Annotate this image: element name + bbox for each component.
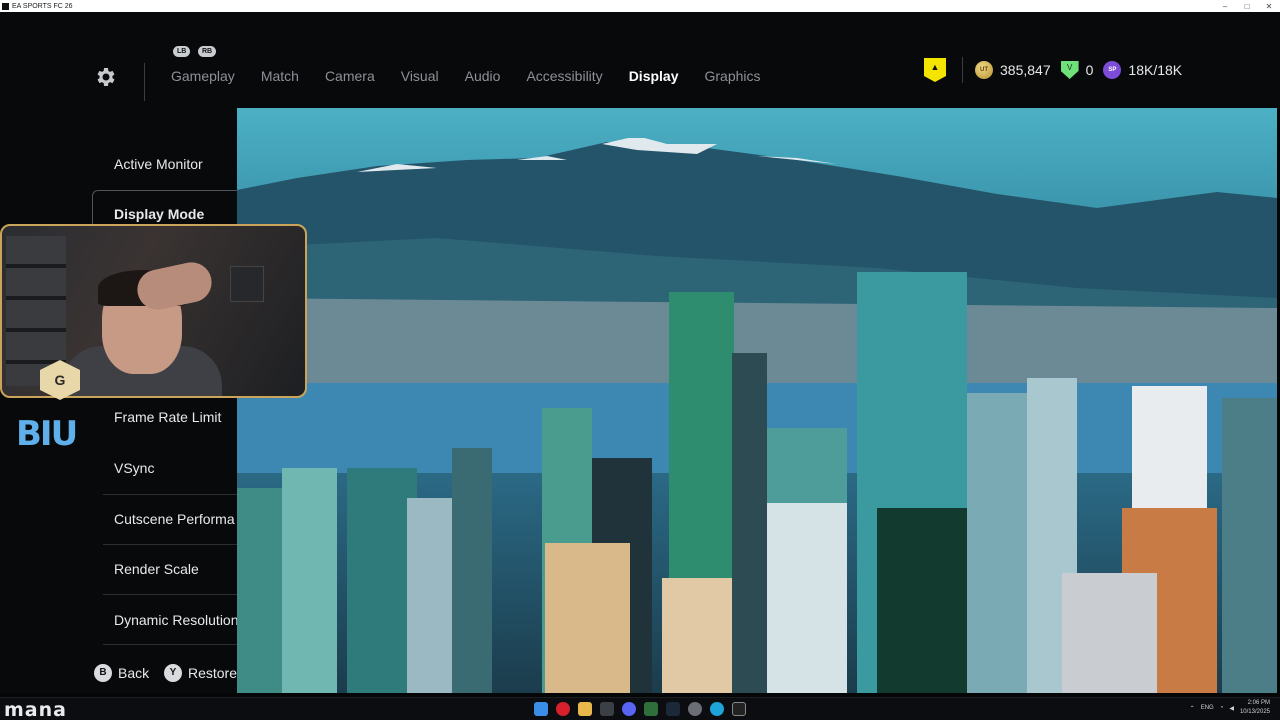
taskbar: mana ⌃ ENG ◔ ◀ 2:06 PM 10/13/2025 — [0, 697, 1280, 720]
back-hint[interactable]: B Back — [94, 664, 149, 682]
maximize-button[interactable]: □ — [1236, 2, 1258, 11]
setting-cutscene-performance[interactable]: Cutscene Performa — [114, 511, 237, 527]
tab-gameplay[interactable]: Gameplay — [171, 66, 235, 86]
webcam-person-arm — [133, 258, 216, 314]
tab-display[interactable]: Display — [629, 66, 679, 86]
row-divider — [103, 594, 237, 595]
tab-match[interactable]: Match — [261, 66, 299, 86]
taskbar-apps — [534, 702, 746, 716]
tab-visual[interactable]: Visual — [401, 66, 439, 86]
minimize-button[interactable]: – — [1214, 2, 1236, 11]
rb-bumper-icon[interactable]: RB — [198, 46, 217, 57]
setting-display-mode[interactable]: Display Mode — [114, 206, 237, 222]
volume-icon[interactable]: ◀ — [1229, 705, 1234, 712]
club-badge-icon: ▲ — [924, 58, 946, 82]
currency-bar: ▲ UT 385,847 V 0 SP 18K/18K — [924, 57, 1192, 83]
tab-accessibility[interactable]: Accessibility — [526, 66, 602, 86]
city-buildings — [237, 272, 1277, 693]
windows-start-icon[interactable] — [534, 702, 548, 716]
back-label: Back — [118, 665, 150, 681]
setting-vsync[interactable]: VSync — [114, 460, 237, 476]
app-icon — [2, 2, 9, 10]
row-divider — [103, 494, 237, 495]
restore-label: Restore — [187, 665, 237, 681]
tab-camera[interactable]: Camera — [325, 66, 375, 86]
system-tray: ⌃ ENG ◔ ◀ 2:06 PM 10/13/2025 — [1190, 699, 1270, 717]
row-divider — [103, 644, 237, 645]
clock-time: 2:06 PM — [1247, 700, 1270, 706]
window-title: EA SPORTS FC 26 — [12, 2, 73, 10]
setting-dynamic-resolution[interactable]: Dynamic Resolution — [114, 612, 237, 628]
ea-app-icon[interactable] — [732, 702, 746, 716]
language-indicator[interactable]: ENG — [1201, 705, 1214, 711]
discord-icon[interactable] — [622, 702, 636, 716]
setting-active-monitor[interactable]: Active Monitor — [114, 156, 237, 172]
streamer-biu-logo-icon: BIU — [16, 414, 78, 454]
tray-chevron-icon[interactable]: ⌃ — [1190, 705, 1195, 712]
currency-divider — [962, 57, 963, 83]
clock[interactable]: 2:06 PM 10/13/2025 — [1240, 699, 1270, 717]
restore-hint[interactable]: Y Restore — [164, 664, 237, 682]
mana-brand-logo: mana — [4, 699, 67, 720]
season-points-icon: SP — [1103, 61, 1122, 79]
settings-list: Active Monitor Display Mode Frame Rate L… — [0, 108, 242, 693]
window-titlebar: EA SPORTS FC 26 – □ ✕ — [0, 0, 1280, 12]
tab-graphics[interactable]: Graphics — [705, 66, 761, 86]
fc-points-icon: V — [1060, 61, 1079, 79]
display-preview-image — [237, 108, 1277, 693]
row-divider — [103, 544, 237, 545]
coins-balance: 385,847 — [1000, 62, 1051, 78]
setting-frame-rate-limit[interactable]: Frame Rate Limit — [114, 409, 237, 425]
lb-bumper-icon[interactable]: LB — [173, 46, 191, 57]
season-points-balance: 18K/18K — [1128, 62, 1183, 78]
close-window-button[interactable]: ✕ — [1258, 2, 1280, 11]
setting-render-scale[interactable]: Render Scale — [114, 561, 237, 577]
file-explorer-icon[interactable] — [578, 702, 592, 716]
opera-icon[interactable] — [556, 702, 570, 716]
clock-date: 10/13/2025 — [1239, 709, 1270, 715]
settings-tabs: Gameplay Match Camera Visual Audio Acces… — [171, 66, 787, 86]
gear-icon[interactable] — [93, 65, 117, 89]
fc-points-balance: 0 — [1085, 62, 1094, 78]
wifi-icon[interactable]: ◔ — [1220, 705, 1224, 711]
tab-audio[interactable]: Audio — [465, 66, 501, 86]
header-divider — [144, 63, 145, 101]
b-button-icon: B — [94, 664, 112, 682]
y-button-icon: Y — [164, 664, 182, 682]
terminal-icon[interactable] — [600, 702, 614, 716]
obs-icon[interactable] — [688, 702, 702, 716]
steam-icon[interactable] — [666, 702, 680, 716]
xbox-icon[interactable] — [644, 702, 658, 716]
coins-icon: UT — [975, 61, 993, 79]
edge-icon[interactable] — [710, 702, 724, 716]
settings-header: LB RB Gameplay Match Camera Visual Audio… — [0, 12, 1280, 108]
webcam-poster — [230, 266, 264, 302]
